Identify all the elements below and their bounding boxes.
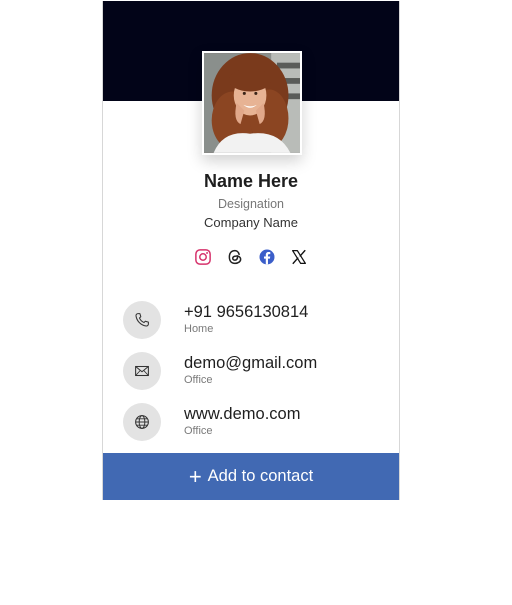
contact-phone-label: Home: [184, 323, 214, 335]
profile-name: Name Here: [203, 171, 299, 191]
contact-row-website[interactable]: www.demo.com Office: [123, 403, 383, 441]
facebook-icon[interactable]: [258, 248, 276, 266]
x-icon[interactable]: [290, 248, 308, 266]
profile-photo: [202, 51, 302, 155]
contact-phone-value: +91 9656130814: [184, 303, 309, 321]
contact-website-label: Office: [184, 425, 213, 437]
contact-row-email[interactable]: demo@gmail.com Office: [123, 352, 383, 390]
instagram-icon[interactable]: [194, 248, 212, 266]
profile-photo-image: [204, 53, 300, 153]
mail-icon: [123, 352, 161, 390]
plus-icon: +: [188, 463, 202, 489]
social-links: [103, 248, 399, 266]
add-to-contact-button[interactable]: + Add to contact: [103, 453, 399, 500]
threads-icon[interactable]: [226, 248, 244, 266]
contact-row-phone[interactable]: +91 9656130814 Home: [123, 301, 383, 339]
contact-email-value: demo@gmail.com: [184, 354, 318, 372]
contact-website-value: www.demo.com: [184, 405, 301, 423]
profile-designation: Designation: [217, 197, 284, 211]
contact-email-label: Office: [184, 374, 213, 386]
profile-company: Company Name: [204, 215, 298, 230]
add-to-contact-label: Add to contact: [207, 467, 314, 485]
phone-icon: [123, 301, 161, 339]
contact-card: Name Here Designation Company Name +91 9…: [102, 1, 400, 500]
globe-icon: [123, 403, 161, 441]
